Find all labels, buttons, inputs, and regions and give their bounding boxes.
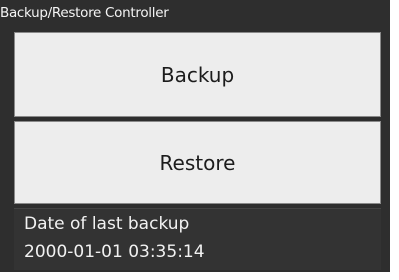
restore-button-label: Restore <box>159 150 236 175</box>
window-title: Backup/Restore Controller <box>0 5 169 21</box>
last-backup-value: 2000-01-01 03:35:14 <box>24 242 205 262</box>
last-backup-panel: Date of last backup 2000-01-01 03:35:14 <box>14 208 381 270</box>
last-backup-label: Date of last backup <box>24 214 190 234</box>
restore-button[interactable]: Restore <box>14 121 381 204</box>
backup-button[interactable]: Backup <box>14 32 381 117</box>
backup-button-label: Backup <box>160 62 235 87</box>
backup-restore-window: Backup/Restore Controller Backup Restore… <box>0 0 390 272</box>
